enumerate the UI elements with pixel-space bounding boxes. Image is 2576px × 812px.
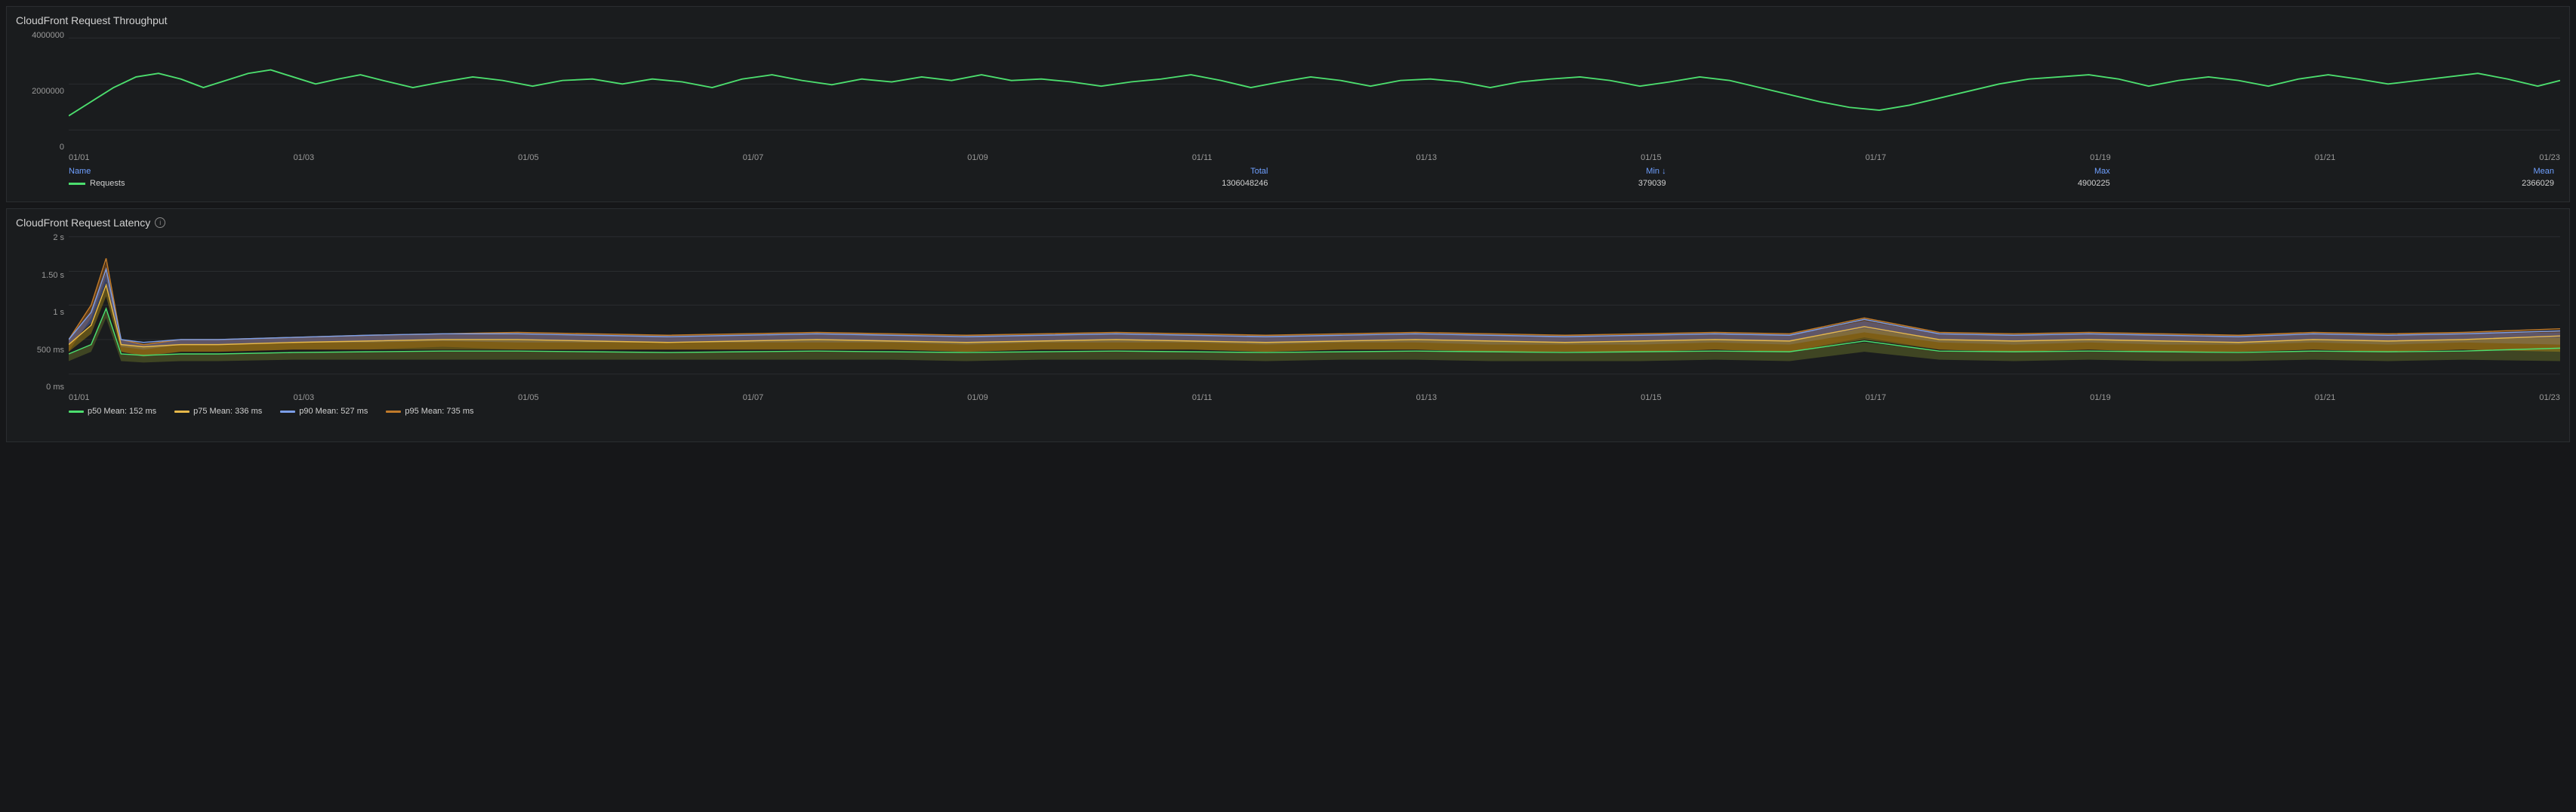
col-max[interactable]: Max	[1672, 165, 2116, 177]
legend-p50: p50 Mean: 152 ms	[69, 407, 156, 416]
info-icon[interactable]: i	[155, 217, 165, 228]
throughput-panel: CloudFront Request Throughput 4000000 20…	[6, 6, 2570, 202]
p95-label: p95 Mean: 735 ms	[405, 407, 473, 416]
latency-chart-area	[69, 233, 2560, 392]
p75-legend-dot	[174, 411, 190, 413]
latency-y-axis: 2 s 1.50 s 1 s 500 ms 0 ms	[16, 233, 69, 392]
requests-max: 4900225	[1672, 177, 2116, 189]
col-total[interactable]: Total	[692, 165, 1274, 177]
requests-legend-line	[69, 183, 85, 185]
latency-chart-svg	[69, 233, 2560, 384]
col-mean[interactable]: Mean	[2116, 165, 2560, 177]
p50-legend-dot	[69, 411, 84, 413]
legend-p95: p95 Mean: 735 ms	[386, 407, 473, 416]
throughput-y-axis: 4000000 2000000 0	[16, 31, 69, 152]
legend-p90: p90 Mean: 527 ms	[280, 407, 368, 416]
requests-total: 1306048246	[692, 177, 1274, 189]
latency-title: CloudFront Request Latency i	[16, 217, 2560, 229]
throughput-chart-area	[69, 31, 2560, 152]
throughput-title-text: CloudFront Request Throughput	[16, 14, 168, 26]
throughput-legend-table: Name Total Min ↓ Max Mean Requests 13060…	[69, 165, 2560, 189]
latency-title-text: CloudFront Request Latency	[16, 217, 150, 229]
col-name[interactable]: Name	[69, 165, 692, 177]
throughput-chart-svg	[69, 31, 2560, 144]
p90-legend-dot	[280, 411, 295, 413]
col-min[interactable]: Min ↓	[1274, 165, 1672, 177]
p50-label: p50 Mean: 152 ms	[88, 407, 156, 416]
legend-p75: p75 Mean: 336 ms	[174, 407, 262, 416]
latency-panel: CloudFront Request Latency i 2 s 1.50 s …	[6, 208, 2570, 442]
throughput-title: CloudFront Request Throughput	[16, 14, 2560, 26]
p75-label: p75 Mean: 336 ms	[193, 407, 262, 416]
latency-legend: p50 Mean: 152 ms p75 Mean: 336 ms p90 Me…	[16, 402, 2560, 416]
latency-x-axis: 01/01 01/03 01/05 01/07 01/09 01/11 01/1…	[69, 392, 2560, 402]
p90-label: p90 Mean: 527 ms	[299, 407, 368, 416]
requests-label: Requests	[90, 179, 125, 188]
p95-legend-dot	[386, 411, 401, 413]
table-row: Requests 1306048246 379039 4900225 23660…	[69, 177, 2560, 189]
requests-mean: 2366029	[2116, 177, 2560, 189]
requests-min: 379039	[1274, 177, 1672, 189]
throughput-x-axis: 01/01 01/03 01/05 01/07 01/09 01/11 01/1…	[69, 152, 2560, 162]
